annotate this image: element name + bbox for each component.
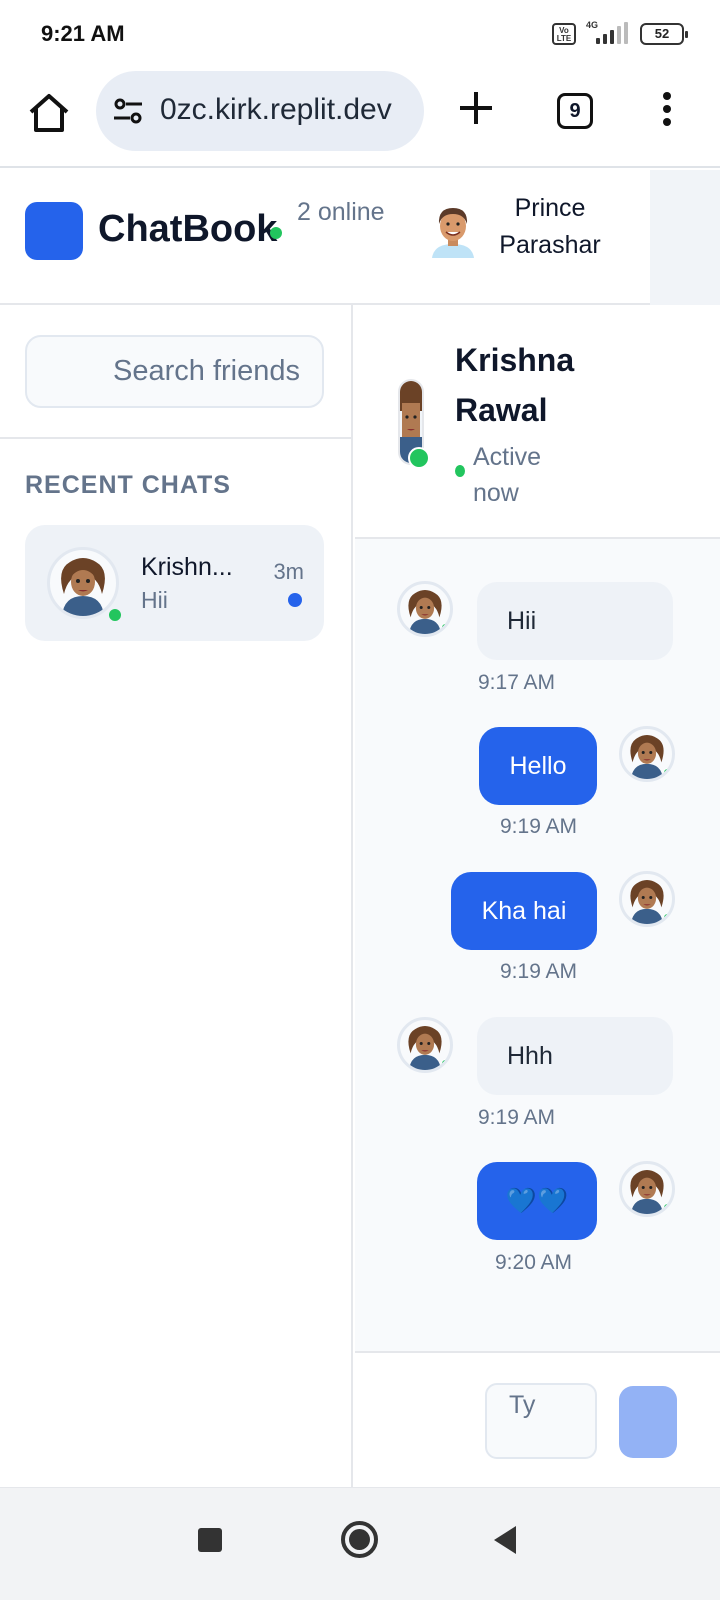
status-bar: 9:21 AM Vo LTE 4G 52 [0, 0, 720, 68]
status-icons: Vo LTE 4G 52 [552, 20, 688, 46]
peer-status: Active now [473, 443, 542, 507]
signal-icon: 4G [586, 20, 630, 46]
avatar [397, 1017, 453, 1073]
message-bubble: Hii [477, 582, 673, 660]
avatar [47, 547, 119, 619]
section-label: RECENT CHATS [25, 471, 231, 499]
avatar [397, 581, 453, 637]
chat-header: Krishna Rawal Active now [355, 305, 720, 539]
avatar [619, 726, 675, 782]
online-indicator [408, 447, 430, 469]
message-bubble: 💙💙 [477, 1162, 597, 1240]
chat-preview: Hii [141, 587, 168, 613]
chat-name: Krishn... [141, 553, 233, 581]
back-button[interactable] [494, 1526, 516, 1554]
plus-icon[interactable] [456, 88, 496, 128]
site-settings-icon[interactable] [112, 97, 144, 125]
divider [0, 437, 353, 439]
status-time: 9:21 AM [41, 21, 125, 46]
brand-name: ChatBook [98, 208, 278, 250]
current-user-name: Prince Parashar [499, 194, 601, 259]
home-button[interactable] [341, 1521, 378, 1558]
list-item[interactable]: Krishn... Hii 3m [25, 525, 324, 641]
avatar[interactable] [428, 200, 478, 260]
online-indicator [455, 465, 465, 477]
more-vert-icon[interactable] [662, 92, 672, 132]
tabs-icon[interactable]: 9 [557, 93, 593, 129]
chat-time: 3m [273, 559, 304, 584]
message-input[interactable]: Ty [485, 1383, 597, 1459]
message-time: 9:19 AM [500, 815, 578, 838]
message-time: 9:17 AM [478, 671, 556, 694]
header-overflow-panel [650, 170, 720, 305]
chat-peer-name: Krishna Rawal [455, 342, 575, 428]
chat-panel: Krishna Rawal Active now Hii 9:17 AM Hel… [355, 305, 720, 1487]
composer: Ty [355, 1351, 720, 1487]
message-time: 9:19 AM [500, 960, 578, 983]
message-bubble: Hello [479, 727, 597, 805]
avatar [619, 871, 675, 927]
message-bubble: Kha hai [451, 872, 597, 950]
url-text[interactable]: 0zc.kirk.replit.dev [160, 93, 392, 127]
app-logo [25, 202, 83, 260]
url-bar[interactable]: 0zc.kirk.replit.dev [96, 71, 424, 151]
online-indicator [107, 607, 123, 623]
battery-icon: 52 [640, 23, 688, 45]
message-bubble: Hhh [477, 1017, 673, 1095]
message-time: 9:20 AM [495, 1251, 573, 1274]
browser-toolbar: 0zc.kirk.replit.dev 9 [0, 68, 720, 168]
home-icon[interactable] [26, 90, 72, 136]
unread-badge [288, 593, 302, 607]
message-time: 9:19 AM [478, 1106, 556, 1129]
system-nav-bar [0, 1487, 720, 1600]
avatar [619, 1161, 675, 1217]
volte-icon: Vo LTE [552, 23, 576, 45]
recents-button[interactable] [198, 1528, 222, 1552]
sidebar: Search friends RECENT CHATS Krishn... Hi… [0, 305, 353, 1487]
send-button[interactable] [619, 1386, 677, 1458]
online-indicator [270, 227, 282, 239]
online-count: 2 online [297, 198, 385, 226]
search-input[interactable]: Search friends [25, 335, 324, 408]
app-header: ChatBook 2 online Prince Parashar [0, 170, 650, 305]
